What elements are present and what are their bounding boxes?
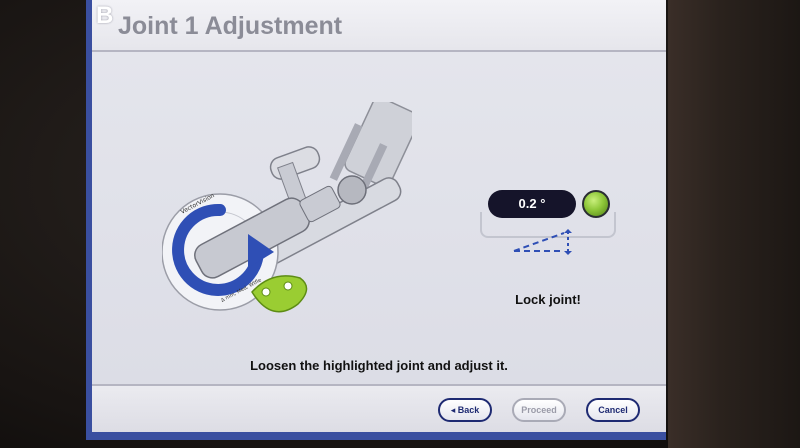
back-button[interactable]: ◂ Back bbox=[438, 398, 492, 422]
joint-illustration: VectorVision Δ mm, Med, Wtfle bbox=[162, 102, 412, 313]
application-window: B Joint 1 Adjustment VectorVision Δ mm, … bbox=[86, 0, 666, 440]
step-letter: B bbox=[96, 2, 114, 29]
status-message: Lock joint! bbox=[515, 292, 581, 307]
proceed-button[interactable]: Proceed bbox=[512, 398, 566, 422]
footer-bar: ◂ Back Proceed Cancel bbox=[92, 384, 666, 432]
main-content: VectorVision Δ mm, Med, Wtfle 0.2 ° Lock… bbox=[92, 52, 666, 384]
angle-icon bbox=[513, 229, 572, 255]
monitor-side bbox=[668, 0, 800, 448]
page-title: Joint 1 Adjustment bbox=[118, 12, 343, 40]
cancel-button[interactable]: Cancel bbox=[586, 398, 640, 422]
instruction-text: Loosen the highlighted joint and adjust … bbox=[250, 358, 508, 373]
title-bar: B Joint 1 Adjustment bbox=[92, 0, 666, 52]
